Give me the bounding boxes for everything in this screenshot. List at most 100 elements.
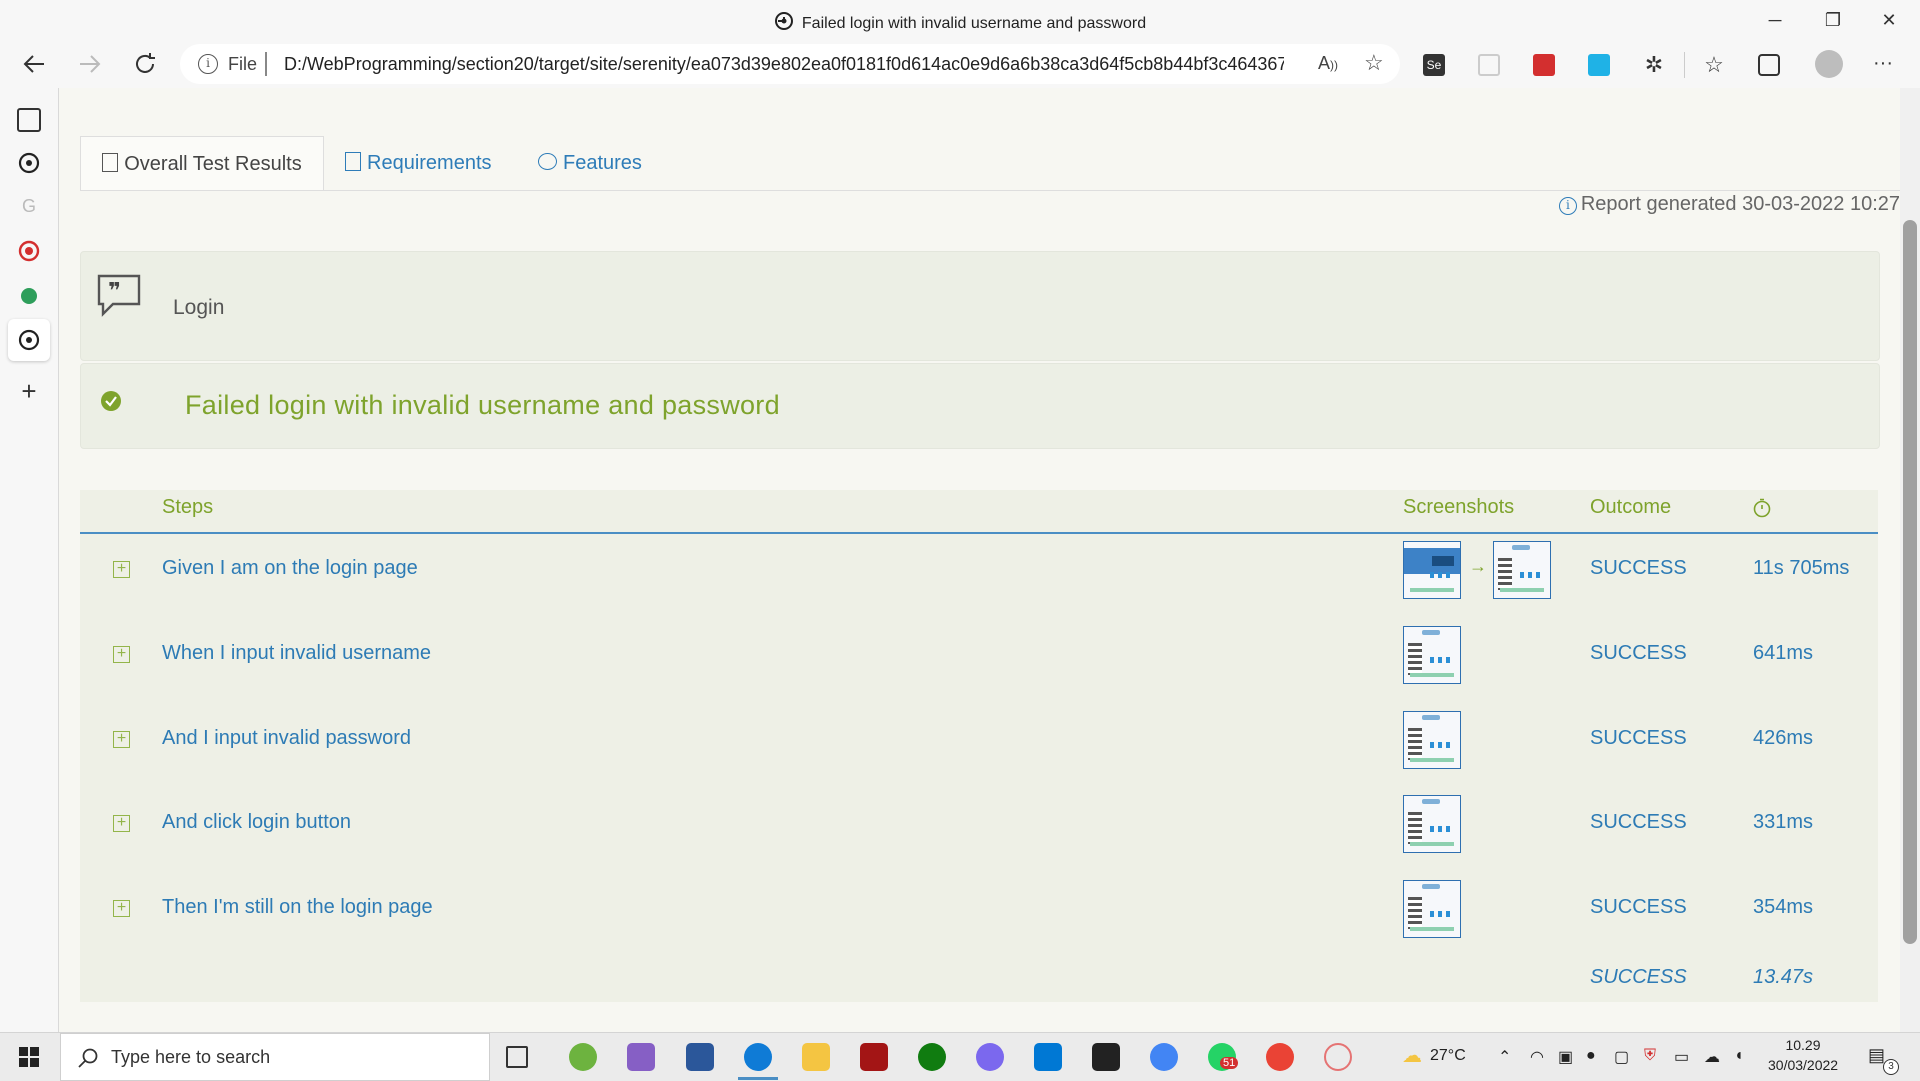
selenium-ide-icon[interactable]: Se bbox=[1423, 54, 1445, 76]
favorites-icon[interactable]: ☆ bbox=[1703, 54, 1725, 76]
step-outcome: SUCCESS bbox=[1590, 811, 1687, 833]
weather-icon[interactable]: ☁ bbox=[1402, 1043, 1422, 1068]
profile-avatar[interactable] bbox=[1815, 50, 1843, 78]
expand-step-icon[interactable]: + bbox=[113, 900, 130, 917]
comment-icon bbox=[538, 153, 557, 170]
add-favorite-icon[interactable]: ☆ bbox=[1364, 50, 1384, 76]
total-outcome: SUCCESS bbox=[1590, 966, 1687, 988]
screenshot-thumbnail[interactable] bbox=[1403, 711, 1461, 769]
tab-actions-icon[interactable] bbox=[17, 108, 41, 132]
spring-tool-icon[interactable] bbox=[569, 1043, 597, 1071]
taskbar: Type here to search 51 ☁ 27°C ⌃ ◠ ▣ ● ▢ … bbox=[0, 1032, 1920, 1081]
edge-icon[interactable] bbox=[744, 1043, 772, 1071]
task-view-icon[interactable] bbox=[506, 1046, 528, 1068]
taskbar-search-box[interactable]: Type here to search bbox=[60, 1033, 490, 1081]
wifi-icon[interactable]: ◠ bbox=[1530, 1047, 1544, 1067]
volume-icon[interactable]: ◖ bbox=[1734, 1047, 1744, 1065]
forward-icon[interactable] bbox=[76, 50, 104, 78]
windows-start-icon[interactable] bbox=[19, 1047, 39, 1067]
step-duration: 11s 705ms bbox=[1753, 557, 1850, 579]
tab-features[interactable]: Features bbox=[538, 136, 642, 190]
scrollbar-thumb[interactable] bbox=[1903, 220, 1917, 944]
restore-button[interactable]: ❐ bbox=[1810, 6, 1856, 34]
mic-icon[interactable]: ● bbox=[1586, 1047, 1596, 1065]
document-icon bbox=[345, 152, 361, 171]
screenshot-thumbnail[interactable] bbox=[1403, 626, 1461, 684]
mendeley-icon[interactable] bbox=[1533, 54, 1555, 76]
notifications-icon[interactable]: ▤ bbox=[1868, 1045, 1885, 1066]
address-bar[interactable]: i File D:/WebProgramming/section20/targe… bbox=[180, 44, 1400, 84]
hat-app-icon[interactable] bbox=[860, 1043, 888, 1071]
clock-time[interactable]: 10.29 bbox=[1768, 1037, 1838, 1053]
screenshot-thumbnail[interactable] bbox=[1403, 541, 1461, 599]
weather-temp[interactable]: 27°C bbox=[1430, 1047, 1466, 1065]
onedrive-icon[interactable]: ☁ bbox=[1704, 1047, 1720, 1067]
display-icon[interactable]: ▢ bbox=[1614, 1047, 1629, 1067]
chrome-profile-icon[interactable] bbox=[1150, 1043, 1178, 1071]
step-outcome: SUCCESS bbox=[1590, 896, 1687, 918]
url-text[interactable]: D:/WebProgramming/section20/target/site/… bbox=[284, 54, 1284, 75]
back-icon[interactable] bbox=[20, 50, 48, 78]
record-tab-icon[interactable] bbox=[17, 239, 41, 263]
screenshot-thumbnail[interactable] bbox=[1493, 541, 1551, 599]
intellij-icon[interactable] bbox=[1092, 1043, 1120, 1071]
settings-more-icon[interactable]: ··· bbox=[1872, 53, 1894, 76]
expand-step-icon[interactable]: + bbox=[113, 731, 130, 748]
step-outcome: SUCCESS bbox=[1590, 642, 1687, 664]
clock-date[interactable]: 30/03/2022 bbox=[1768, 1057, 1838, 1073]
search-placeholder: Type here to search bbox=[111, 1047, 271, 1067]
app-tab-icon[interactable] bbox=[17, 284, 41, 308]
tab-requirements[interactable]: Requirements bbox=[345, 136, 492, 190]
scenario-title: Failed login with invalid username and p… bbox=[185, 390, 780, 420]
xbox-icon[interactable] bbox=[918, 1043, 946, 1071]
antivirus-icon[interactable]: ⛨ bbox=[1644, 1047, 1656, 1065]
extensions-icon[interactable]: ✲ bbox=[1643, 54, 1665, 76]
collections-icon[interactable] bbox=[1758, 54, 1780, 76]
file-explorer-icon[interactable] bbox=[802, 1043, 830, 1071]
search-icon bbox=[78, 1048, 98, 1068]
divider bbox=[1684, 52, 1685, 78]
step-duration: 331ms bbox=[1753, 811, 1814, 833]
report-page: Overall Test Results Requirements Featur… bbox=[59, 88, 1900, 1032]
serenity-tab-icon[interactable] bbox=[17, 151, 41, 175]
info-icon[interactable]: i bbox=[198, 54, 218, 74]
read-aloud-icon[interactable]: A)) bbox=[1318, 53, 1338, 74]
step-text: And I input invalid password bbox=[162, 727, 412, 749]
visual-studio-icon[interactable] bbox=[627, 1043, 655, 1071]
tab-divider bbox=[80, 190, 1900, 191]
new-tab-icon[interactable]: + bbox=[17, 378, 41, 404]
show-hidden-icons[interactable]: ⌃ bbox=[1498, 1047, 1511, 1067]
expand-step-icon[interactable]: + bbox=[113, 815, 130, 832]
step-duration: 354ms bbox=[1753, 896, 1814, 918]
window-title: Failed login with invalid username and p… bbox=[801, 15, 1147, 32]
pen-extension-icon[interactable] bbox=[1588, 54, 1610, 76]
column-screenshots: Screenshots bbox=[1403, 496, 1515, 518]
azure-icon[interactable] bbox=[1034, 1043, 1062, 1071]
step-duration: 641ms bbox=[1753, 642, 1814, 664]
expand-step-icon[interactable]: + bbox=[113, 561, 130, 578]
screenshot-thumbnail[interactable] bbox=[1403, 880, 1461, 938]
extension-icon[interactable] bbox=[1478, 54, 1500, 76]
screenshot-thumbnail[interactable] bbox=[1403, 795, 1461, 853]
column-steps: Steps bbox=[162, 496, 214, 518]
discord-icon[interactable] bbox=[976, 1043, 1004, 1071]
expand-step-icon[interactable]: + bbox=[113, 646, 130, 663]
close-button[interactable]: ✕ bbox=[1866, 6, 1912, 34]
step-outcome: SUCCESS bbox=[1590, 557, 1687, 579]
meet-icon[interactable]: ▣ bbox=[1558, 1047, 1573, 1067]
tab-overall-test-results[interactable]: Overall Test Results bbox=[80, 136, 324, 191]
active-tab-serenity[interactable] bbox=[8, 319, 50, 361]
refresh-icon[interactable] bbox=[131, 50, 159, 78]
battery-icon[interactable]: ▭ bbox=[1674, 1047, 1689, 1067]
word-icon[interactable] bbox=[686, 1043, 714, 1071]
column-outcome: Outcome bbox=[1590, 496, 1672, 518]
table-header-line bbox=[80, 532, 1878, 534]
snipping-tool-icon[interactable] bbox=[1324, 1043, 1352, 1071]
minimize-button[interactable]: ─ bbox=[1752, 6, 1798, 34]
serenity-icon bbox=[774, 12, 793, 30]
title-bar: Failed login with invalid username and p… bbox=[0, 0, 1920, 40]
chrome-icon[interactable] bbox=[1266, 1043, 1294, 1071]
step-text: Given I am on the login page bbox=[162, 557, 418, 579]
google-tab-icon[interactable]: G bbox=[17, 196, 41, 220]
step-text: And click login button bbox=[162, 811, 352, 833]
